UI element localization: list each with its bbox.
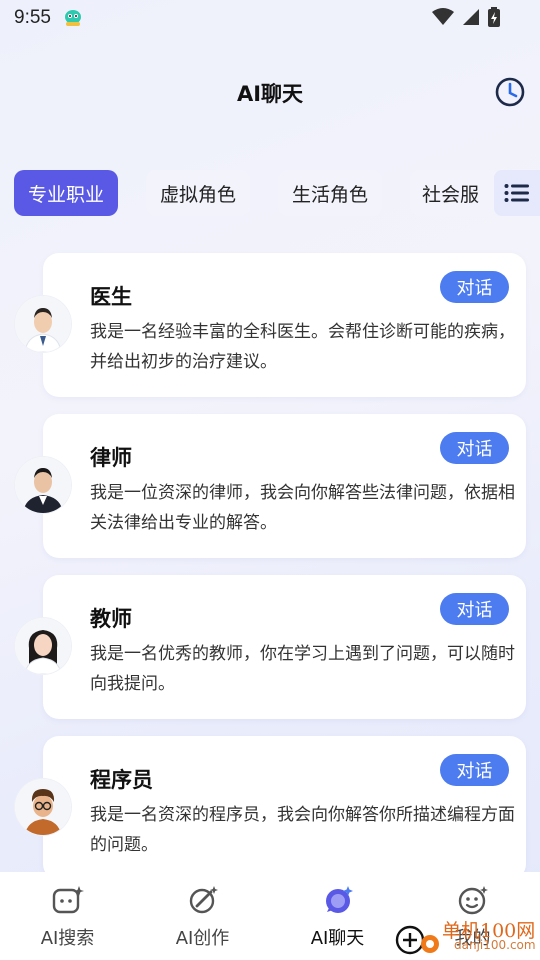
teacher-avatar bbox=[15, 618, 71, 674]
chat-button[interactable]: 对话 bbox=[440, 432, 509, 464]
tab-label: 社会服 bbox=[422, 183, 480, 206]
role-title: 律师 bbox=[90, 446, 132, 470]
watermark-url: danji100.com bbox=[454, 938, 536, 952]
nav-ai-search[interactable]: AI搜索 bbox=[0, 872, 135, 960]
smiley-icon bbox=[458, 886, 488, 915]
role-title: 程序员 bbox=[90, 768, 153, 792]
battery-icon bbox=[488, 7, 500, 27]
chat-button[interactable]: 对话 bbox=[440, 271, 509, 303]
role-card-lawyer[interactable]: 律师 我是一位资深的律师，我会向你解答些法律问题，依据相关法律给出专业的解答。 … bbox=[43, 414, 526, 558]
wifi-icon bbox=[432, 8, 454, 25]
tab-menu-button[interactable] bbox=[494, 170, 540, 216]
search-face-icon bbox=[52, 886, 84, 914]
tab-label: 生活角色 bbox=[291, 183, 368, 206]
lawyer-avatar bbox=[15, 457, 71, 513]
watermark-logo-icon bbox=[395, 925, 439, 955]
chat-button[interactable]: 对话 bbox=[440, 754, 509, 786]
nav-label: AI创作 bbox=[175, 928, 230, 949]
page-title: AI聊天 bbox=[236, 82, 304, 106]
cellular-signal-icon bbox=[463, 9, 479, 25]
tab-social-service[interactable]: 社会服 bbox=[410, 170, 500, 216]
tab-virtual-role[interactable]: 虚拟角色 bbox=[146, 170, 250, 216]
nav-ai-chat[interactable]: AI聊天 bbox=[270, 872, 405, 960]
nav-label: AI搜索 bbox=[40, 928, 95, 949]
tab-life-role[interactable]: 生活角色 bbox=[278, 170, 382, 216]
role-description: 我是一位资深的律师，我会向你解答些法律问题，依据相关法律给出专业的解答。 bbox=[90, 483, 515, 533]
chat-button[interactable]: 对话 bbox=[440, 593, 509, 625]
status-time: 9:55 bbox=[14, 7, 51, 28]
nav-label: AI聊天 bbox=[310, 928, 365, 949]
doctor-avatar bbox=[15, 296, 71, 352]
tab-label: 专业职业 bbox=[27, 183, 104, 206]
tab-professional[interactable]: 专业职业 bbox=[14, 170, 118, 216]
nav-ai-create[interactable]: AI创作 bbox=[135, 872, 270, 960]
role-card-doctor[interactable]: 医生 我是一名经验丰富的全科医生。会帮住诊断可能的疾病，并给出初步的治疗建议。 … bbox=[43, 253, 526, 397]
programmer-avatar bbox=[15, 779, 71, 835]
tab-label: 虚拟角色 bbox=[159, 183, 236, 206]
role-title: 医生 bbox=[90, 285, 132, 309]
role-card-programmer[interactable]: 程序员 我是一名资深的程序员，我会向你解答你所描述编程方面的问题。 对话 bbox=[43, 736, 526, 880]
title-bar: AI聊天 bbox=[0, 70, 540, 114]
role-title: 教师 bbox=[90, 607, 132, 631]
role-card-teacher[interactable]: 教师 我是一名优秀的教师，你在学习上遇到了问题，可以随时向我提问。 对话 bbox=[43, 575, 526, 719]
list-menu-icon bbox=[504, 184, 529, 202]
role-description: 我是一名优秀的教师，你在学习上遇到了问题，可以随时向我提问。 bbox=[90, 644, 515, 694]
role-description: 我是一名资深的程序员，我会向你解答你所描述编程方面的问题。 bbox=[90, 805, 515, 855]
role-description: 我是一名经验丰富的全科医生。会帮住诊断可能的疾病，并给出初步的治疗建议。 bbox=[90, 322, 515, 372]
app-notification-icon bbox=[65, 10, 81, 26]
status-bar: 9:55 bbox=[0, 0, 540, 36]
pen-icon bbox=[189, 886, 218, 914]
history-clock-icon[interactable] bbox=[494, 76, 526, 108]
watermark: 单机100网 danji100.com bbox=[392, 916, 540, 960]
category-tabs: 专业职业 虚拟角色 生活角色 社会服 bbox=[14, 170, 540, 216]
chat-icon bbox=[325, 886, 353, 913]
